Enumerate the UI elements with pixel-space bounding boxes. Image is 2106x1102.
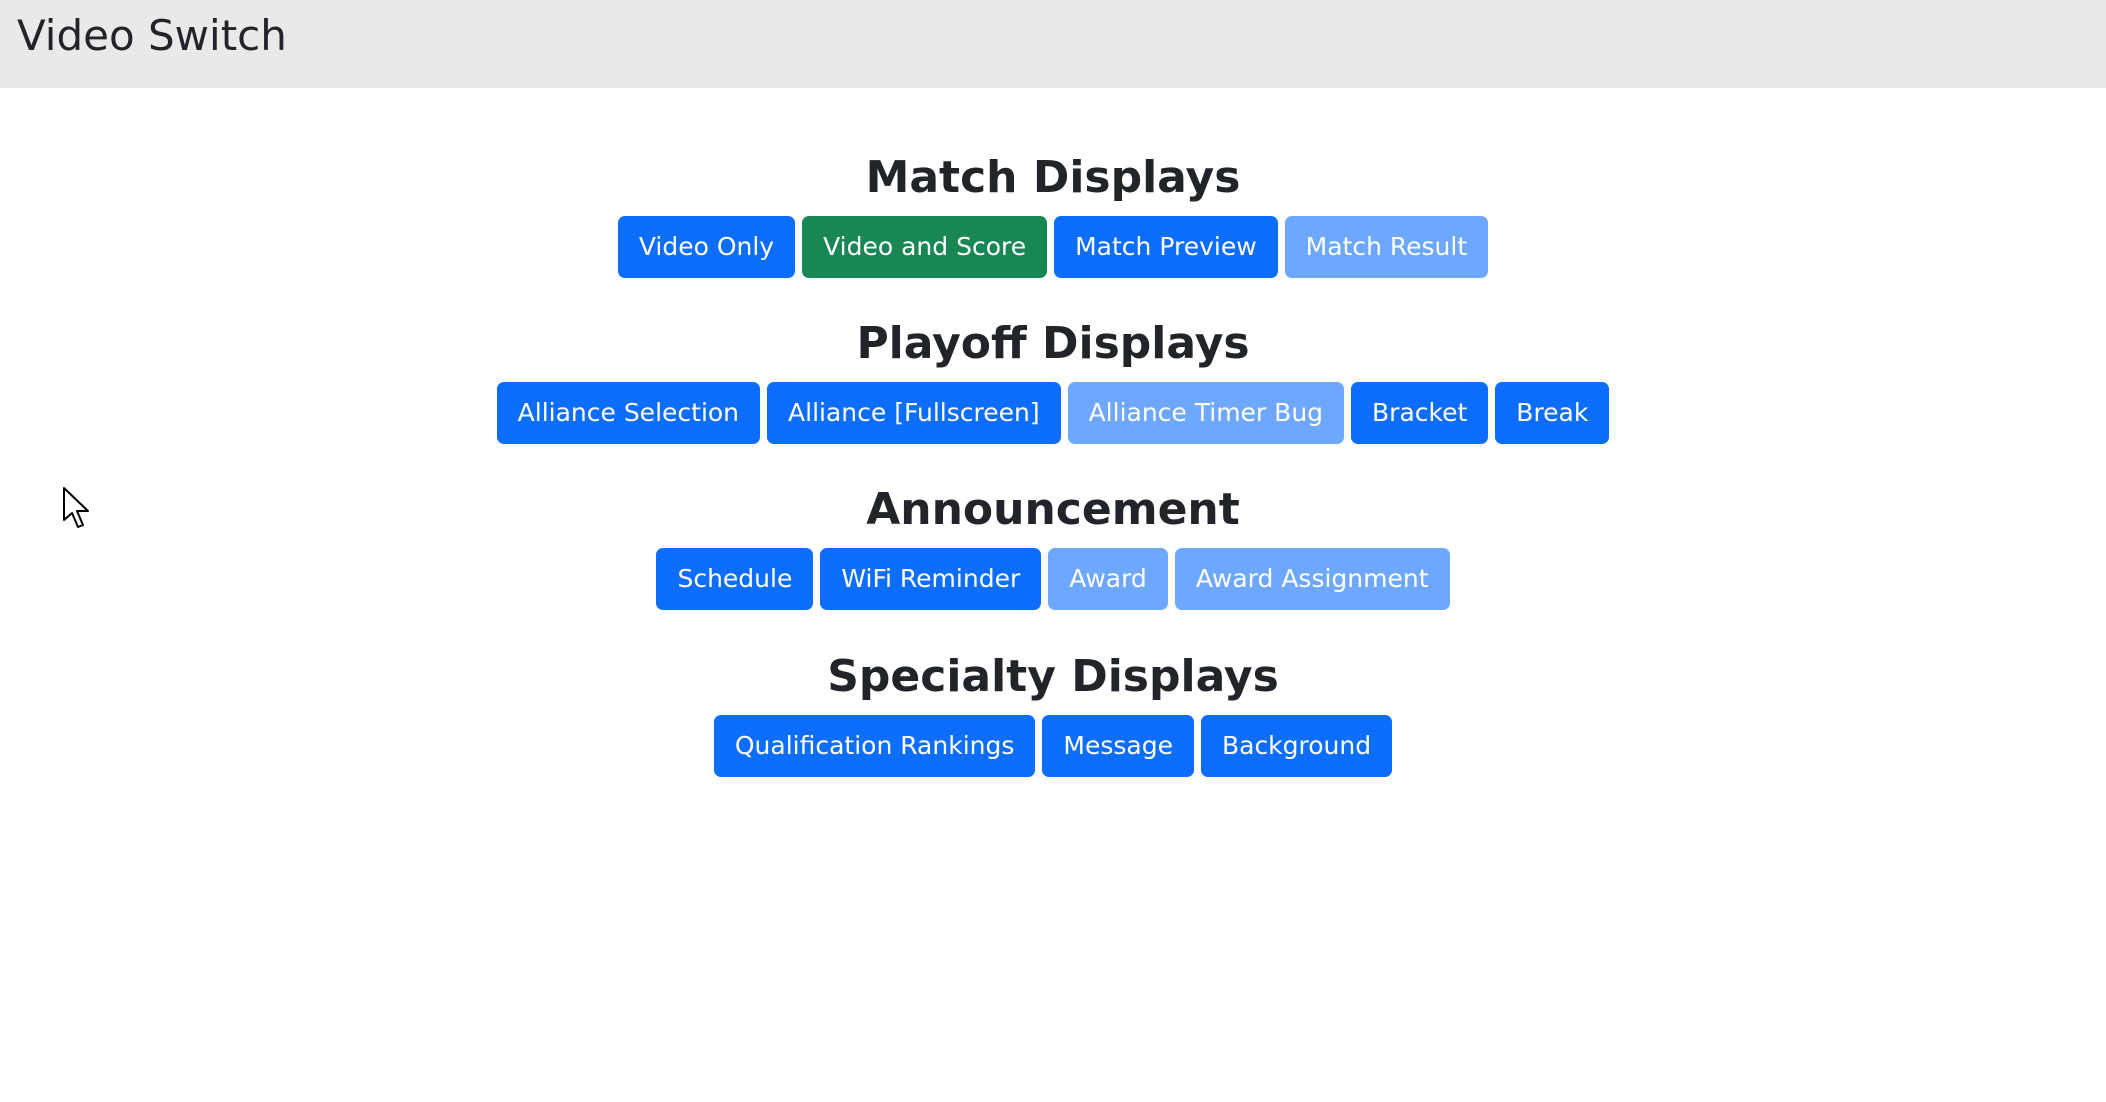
section-announcement: Announcement Schedule WiFi Reminder Awar… bbox=[0, 482, 2106, 610]
header-bar: Video Switch bbox=[0, 0, 2106, 88]
background-button[interactable]: Background bbox=[1200, 715, 1393, 777]
award-assignment-button[interactable]: Award Assignment bbox=[1174, 548, 1450, 610]
section-title: Playoff Displays bbox=[856, 318, 1250, 369]
button-row: Video Only Video and Score Match Preview… bbox=[0, 216, 2106, 278]
schedule-button[interactable]: Schedule bbox=[656, 548, 814, 610]
section-match-displays: Match Displays Video Only Video and Scor… bbox=[0, 150, 2106, 278]
break-button[interactable]: Break bbox=[1495, 382, 1610, 444]
alliance-fullscreen-button[interactable]: Alliance [Fullscreen] bbox=[767, 382, 1061, 444]
section-title: Match Displays bbox=[865, 152, 1241, 203]
award-button[interactable]: Award bbox=[1048, 548, 1168, 610]
video-and-score-button[interactable]: Video and Score bbox=[802, 216, 1048, 278]
match-result-button[interactable]: Match Result bbox=[1284, 216, 1489, 278]
button-row: Qualification Rankings Message Backgroun… bbox=[0, 715, 2106, 777]
section-title: Specialty Displays bbox=[827, 651, 1279, 702]
alliance-selection-button[interactable]: Alliance Selection bbox=[496, 382, 761, 444]
video-only-button[interactable]: Video Only bbox=[617, 216, 796, 278]
alliance-timer-bug-button[interactable]: Alliance Timer Bug bbox=[1067, 382, 1345, 444]
wifi-reminder-button[interactable]: WiFi Reminder bbox=[820, 548, 1042, 610]
button-row: Schedule WiFi Reminder Award Award Assig… bbox=[0, 548, 2106, 610]
button-row: Alliance Selection Alliance [Fullscreen]… bbox=[0, 382, 2106, 444]
qualification-rankings-button[interactable]: Qualification Rankings bbox=[713, 715, 1036, 777]
section-title: Announcement bbox=[866, 484, 1240, 535]
app-title: Video Switch bbox=[17, 11, 287, 60]
message-button[interactable]: Message bbox=[1042, 715, 1194, 777]
section-playoff-displays: Playoff Displays Alliance Selection Alli… bbox=[0, 316, 2106, 444]
bracket-button[interactable]: Bracket bbox=[1351, 382, 1489, 444]
mouse-pointer-icon bbox=[63, 487, 89, 528]
match-preview-button[interactable]: Match Preview bbox=[1054, 216, 1278, 278]
section-specialty-displays: Specialty Displays Qualification Ranking… bbox=[0, 649, 2106, 777]
